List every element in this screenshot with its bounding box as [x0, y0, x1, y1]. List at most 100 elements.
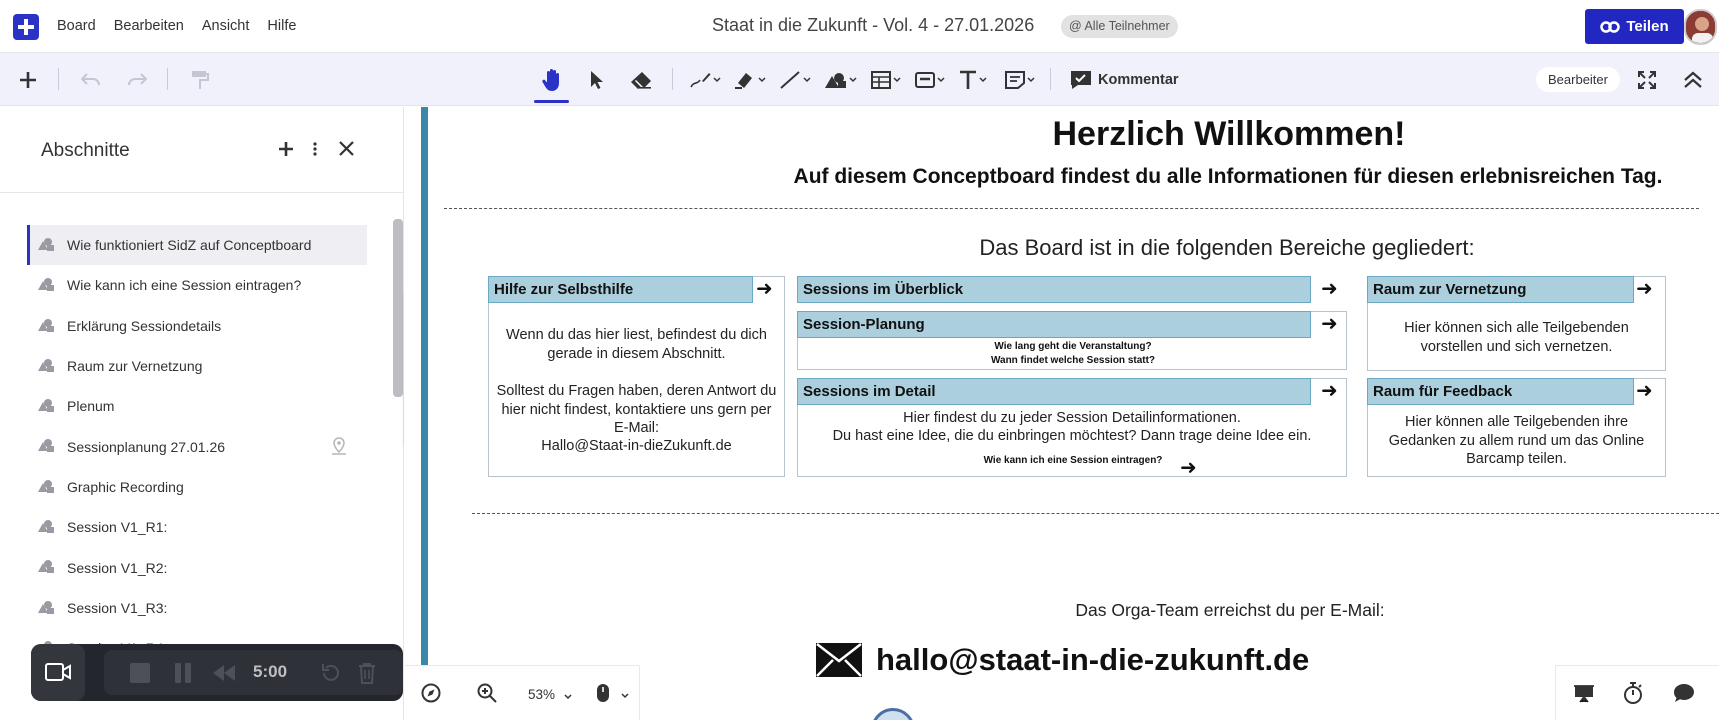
section-list: Wie funktioniert SidZ auf Conceptboard Wi…: [27, 225, 367, 709]
arrow-right-icon[interactable]: ➜: [1636, 381, 1653, 401]
undo-button[interactable]: [78, 53, 104, 106]
arrow-right-icon[interactable]: ➜: [756, 279, 773, 299]
menu-board[interactable]: Board: [57, 18, 96, 34]
section-shapes-icon: [37, 237, 55, 251]
detail-box-link[interactable]: Wie kann ich eine Session eintragen?: [933, 454, 1213, 467]
timer-value[interactable]: 5:00: [253, 662, 287, 682]
stopwatch-icon: [1624, 682, 1642, 704]
mouse-mode-dropdown[interactable]: [621, 693, 629, 699]
toolbar-divider: [58, 68, 59, 90]
board-canvas[interactable]: Herzlich Willkommen! Auf diesem Conceptb…: [404, 107, 1719, 720]
arrow-right-icon[interactable]: ➜: [1321, 314, 1338, 334]
marker-tool-button[interactable]: [731, 53, 769, 106]
location-pin-icon[interactable]: [331, 437, 347, 456]
section-item[interactable]: Plenum: [27, 386, 367, 426]
edit-mode-badge[interactable]: Bearbeiter: [1536, 67, 1620, 92]
welcome-subtitle: Auf diesem Conceptboard findest du alle …: [793, 165, 1663, 188]
section-item-label: Wie funktioniert SidZ auf Conceptboard: [67, 237, 312, 254]
detail-box-text: Hier findest du zu jeder Session Detaili…: [903, 410, 1241, 426]
dashed-divider: [472, 513, 1719, 514]
section-item[interactable]: Wie kann ich eine Session eintragen?: [27, 265, 367, 305]
chevron-down-icon: [1027, 76, 1035, 82]
section-shapes-icon: [37, 600, 55, 614]
toolbar-divider: [167, 68, 168, 90]
chevron-down-icon: [564, 694, 572, 700]
delete-timer-button[interactable]: [358, 662, 376, 684]
format-painter-button[interactable]: [187, 53, 213, 106]
mouse-icon: [597, 684, 609, 702]
zoom-dropdown[interactable]: [564, 694, 572, 700]
section-item[interactable]: Graphic Recording: [27, 467, 367, 507]
text-tool-button[interactable]: [954, 53, 992, 106]
add-section-button[interactable]: [278, 141, 294, 157]
mouse-mode-button[interactable]: [596, 683, 610, 703]
comment-label: Kommentar: [1098, 71, 1179, 88]
arrow-right-icon[interactable]: ➜: [1321, 381, 1338, 401]
rewind-timer-button[interactable]: [212, 662, 236, 684]
pen-tool-button[interactable]: [686, 53, 724, 106]
overview-box-title[interactable]: Sessions im Überblick: [797, 276, 1311, 303]
comment-button[interactable]: Kommentar: [1070, 53, 1179, 106]
eraser-tool-button[interactable]: [628, 53, 654, 106]
planning-question-duration: Wie lang geht die Veranstaltung?: [994, 341, 1152, 352]
navigator-button[interactable]: [421, 683, 441, 703]
hand-tool-button[interactable]: [534, 53, 569, 106]
planning-question-schedule: Wann findet welche Session statt?: [990, 355, 1156, 366]
board-title[interactable]: Staat in die Zukunft - Vol. 4 - 27.01.20…: [712, 15, 1034, 36]
line-tool-button[interactable]: [776, 53, 814, 106]
main-menu: Board Bearbeiten Ansicht Hilfe: [57, 18, 296, 34]
section-item[interactable]: Session V1_R2:: [27, 547, 367, 587]
user-avatar[interactable]: [1684, 9, 1717, 45]
stop-timer-button[interactable]: [129, 662, 151, 684]
menu-edit[interactable]: Bearbeiten: [114, 18, 184, 34]
menu-view[interactable]: Ansicht: [202, 18, 250, 34]
sidebar-title: Abschnitte: [41, 140, 130, 161]
table-tool-button[interactable]: [866, 53, 906, 106]
timer-button[interactable]: [1623, 682, 1643, 704]
fullscreen-button[interactable]: [1634, 53, 1660, 106]
close-sidebar-button[interactable]: [339, 141, 354, 156]
pause-timer-button[interactable]: [174, 662, 192, 684]
zoom-level[interactable]: 53%: [528, 687, 555, 702]
more-options-button[interactable]: [313, 141, 317, 157]
arrow-right-icon[interactable]: ➜: [1636, 279, 1653, 299]
share-button[interactable]: Teilen: [1585, 9, 1684, 44]
format-painter-icon: [192, 70, 209, 89]
audience-badge[interactable]: @ Alle Teilnehmer: [1061, 15, 1178, 38]
section-item[interactable]: Session V1_R1:: [27, 507, 367, 547]
menu-help[interactable]: Hilfe: [267, 18, 296, 34]
compass-icon: [421, 683, 441, 703]
dashed-divider: [444, 208, 1699, 209]
reset-icon: [322, 664, 339, 681]
welcome-title: Herzlich Willkommen!: [1052, 115, 1406, 153]
reset-timer-button[interactable]: [320, 662, 342, 684]
video-button[interactable]: [31, 644, 85, 701]
card-tool-button[interactable]: [910, 53, 950, 106]
card-icon: [915, 71, 935, 88]
redo-button[interactable]: [124, 53, 150, 106]
sidebar-scrollbar[interactable]: [393, 219, 403, 397]
arrow-right-icon[interactable]: ➜: [1180, 458, 1197, 478]
section-item-label: Session V1_R1:: [67, 519, 168, 536]
sticky-note-tool-button[interactable]: [1000, 53, 1040, 106]
chevron-down-icon: [979, 76, 987, 82]
arrow-right-icon[interactable]: ➜: [1321, 279, 1338, 299]
chat-button[interactable]: [1673, 683, 1695, 703]
orga-email-row: hallo@staat-in-die-zukunft.de: [816, 636, 1416, 684]
stop-icon: [130, 663, 150, 683]
presentation-button[interactable]: [1574, 683, 1594, 703]
section-item[interactable]: Wie funktioniert SidZ auf Conceptboard: [27, 225, 367, 266]
zoom-in-button[interactable]: [477, 683, 497, 703]
section-item[interactable]: Erklärung Sessiondetails: [27, 306, 367, 346]
section-item[interactable]: Raum zur Vernetzung: [27, 346, 367, 386]
collapse-toolbar-button[interactable]: [1680, 53, 1706, 106]
shapes-tool-button[interactable]: [820, 53, 860, 106]
add-button[interactable]: [14, 53, 42, 106]
comment-icon: [1071, 70, 1091, 89]
section-item[interactable]: Sessionplanung 27.01.26: [27, 426, 367, 466]
select-tool-button[interactable]: [585, 53, 609, 106]
section-item[interactable]: Session V1_R3:: [27, 588, 367, 628]
plus-icon: [20, 71, 36, 88]
app-logo[interactable]: [13, 14, 39, 40]
zoom-in-icon: [477, 683, 497, 703]
